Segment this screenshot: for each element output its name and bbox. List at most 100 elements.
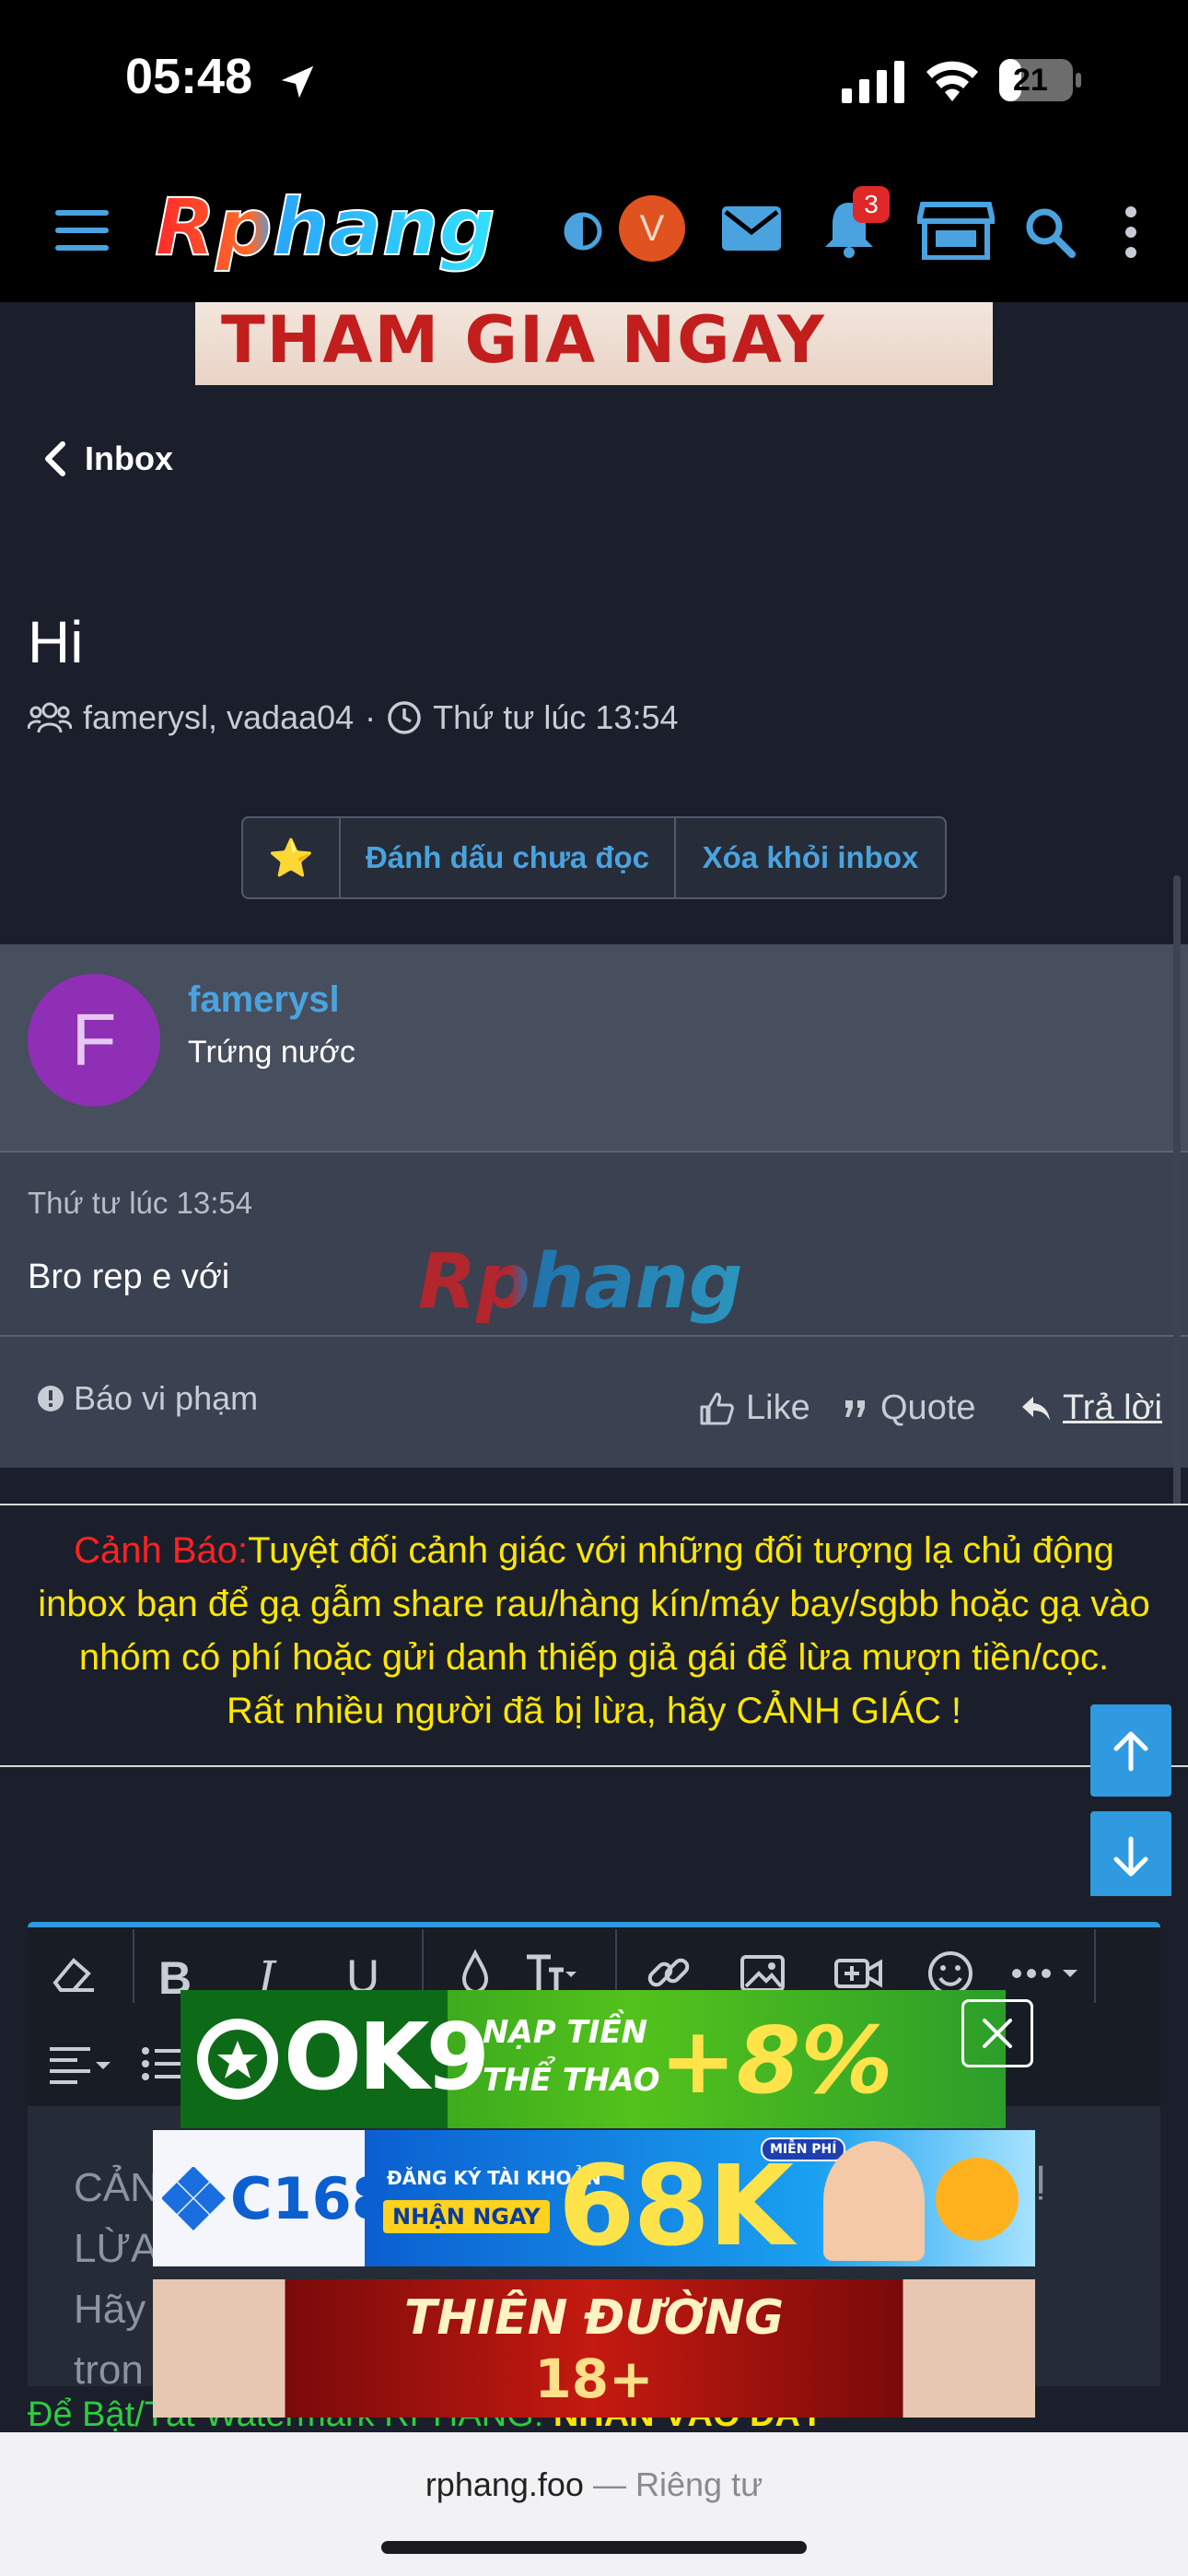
reply-button[interactable]: Trả lời	[1020, 1388, 1162, 1428]
remove-from-inbox-label: Xóa khỏi inbox	[702, 840, 919, 874]
address-text: rphang.foo — Riêng tư	[0, 2465, 1188, 2504]
ok9-line-2: THỂ THAO	[483, 2062, 660, 2099]
c168-diamond-icon	[162, 2167, 226, 2231]
scroll-to-top-button[interactable]	[1090, 1704, 1171, 1797]
c168-tag-badge: MIỄN PHÍ	[761, 2137, 846, 2161]
store-icon[interactable]	[917, 201, 995, 260]
editor-line-4: tron	[74, 2348, 144, 2393]
warning-line-3: nhóm có phí hoặc gửi danh thiếp giả gái …	[78, 1637, 1110, 1678]
address-domain: rphang.foo	[425, 2465, 584, 2503]
editor-line-1: CẢN	[74, 2165, 159, 2210]
message-body: Bro rep e với	[28, 1258, 230, 1296]
eighteen-plus-ad-banner[interactable]: THIÊN ĐƯỜNG 18+	[153, 2279, 1035, 2418]
toolbar-divider	[133, 1929, 134, 2003]
ok9-line-1: NẠP TIỀN	[483, 2014, 648, 2051]
chevron-left-icon	[45, 441, 65, 476]
conversation-meta: famerysl, vadaa04 · Thứ tư lúc 13:54	[28, 698, 678, 737]
theme-toggle-icon[interactable]	[564, 212, 602, 251]
close-icon	[983, 2019, 1012, 2048]
remove-from-inbox-button[interactable]: Xóa khỏi inbox	[676, 818, 945, 897]
more-options-icon[interactable]	[1120, 205, 1142, 260]
star-button[interactable]: ⭐	[243, 818, 341, 897]
conversation-time: Thứ tư lúc 13:54	[433, 698, 679, 736]
meta-separator: ·	[365, 698, 377, 736]
reply-icon	[1022, 1396, 1050, 1421]
eighteen-line-1: THIÊN ĐƯỜNG	[403, 2290, 785, 2346]
editor-line-3: Hãy	[74, 2287, 146, 2332]
conversation-actions: ⭐ Đánh dấu chưa đọc Xóa khỏi inbox	[241, 816, 947, 899]
ok9-ad-banner[interactable]: OK9 NẠP TIỀN THỂ THAO +8%	[181, 1990, 1006, 2128]
scroll-to-bottom-button[interactable]	[1090, 1811, 1171, 1903]
more-toolbar-icon[interactable]	[1009, 1946, 1087, 2001]
browser-address-bar[interactable]: rphang.foo — Riêng tư	[0, 2432, 1188, 2576]
back-label: Inbox	[85, 439, 173, 477]
mark-unread-button[interactable]: Đánh dấu chưa đọc	[341, 818, 676, 897]
c168-promo: 68K	[558, 2143, 794, 2266]
address-separator: —	[592, 2465, 626, 2503]
sender-user-title: Trứng nước	[188, 1035, 355, 1070]
clock-icon	[388, 701, 421, 734]
site-header: Rphang V 3	[0, 157, 1188, 302]
eraser-icon[interactable]	[46, 1946, 101, 2001]
page-scrollbar[interactable]	[1173, 875, 1181, 1539]
sender-username[interactable]: famerysl	[188, 979, 340, 1021]
sender-avatar[interactable]: F	[28, 974, 160, 1107]
watermark-text: Rphang	[418, 1238, 743, 1326]
mark-unread-label: Đánh dấu chưa đọc	[365, 840, 650, 874]
quote-label: Quote	[880, 1388, 976, 1427]
notification-badge: 3	[853, 186, 890, 223]
quote-button[interactable]: Quote	[844, 1388, 976, 1428]
search-icon[interactable]	[1024, 206, 1076, 258]
user-avatar-letter: V	[639, 207, 665, 249]
battery-icon: 21	[998, 57, 1083, 103]
thumbs-up-icon	[700, 1392, 734, 1424]
back-to-inbox-link[interactable]: Inbox	[44, 433, 173, 485]
alert-circle-icon	[38, 1386, 64, 1411]
home-indicator[interactable]	[381, 2541, 807, 2554]
top-ad-banner[interactable]: THAM GIA NGAY	[195, 302, 993, 385]
align-icon[interactable]	[46, 2036, 120, 2091]
c168-mascot	[823, 2141, 925, 2261]
eighteen-line-2: 18+	[534, 2348, 654, 2410]
site-logo[interactable]: Rphang	[151, 181, 519, 276]
like-button[interactable]: Like	[698, 1388, 810, 1428]
conversation-title: Hi	[28, 609, 84, 675]
conversation-participants[interactable]: famerysl, vadaa04	[83, 698, 354, 737]
star-icon: ⭐	[268, 837, 314, 880]
warning-line-4: Rất nhiều người đã bị lừa, hãy CẢNH GIÁC…	[227, 1691, 961, 1731]
toolbar-divider	[1094, 1929, 1096, 2003]
quote-icon	[845, 1399, 865, 1417]
top-ad-text: THAM GIA NGAY	[221, 302, 826, 378]
arrow-up-icon	[1113, 1731, 1148, 1772]
sender-avatar-letter: F	[71, 999, 117, 1081]
rphang-watermark: Rphang	[418, 1238, 743, 1326]
c168-coins-graphic	[936, 2158, 1019, 2241]
user-avatar[interactable]: V	[619, 195, 685, 262]
status-bar: 05:48 21	[0, 0, 1188, 157]
c168-tag: MIỄN PHÍ	[770, 2142, 837, 2157]
status-time: 05:48	[125, 49, 253, 104]
inbox-icon[interactable]	[722, 206, 781, 251]
arrow-down-icon	[1113, 1836, 1148, 1877]
c168-line-2-badge: NHẬN NGAY	[383, 2200, 550, 2233]
message-date[interactable]: Thứ tư lúc 13:54	[28, 1186, 252, 1221]
message-item: F famerysl Trứng nước Thứ tư lúc 13:54 B…	[0, 944, 1188, 1468]
warning-label: Cảnh Báo:	[74, 1530, 249, 1571]
close-ads-button[interactable]	[961, 1999, 1033, 2067]
editor-placeholder[interactable]: CẢN LỪA Hãy tron	[74, 2158, 159, 2401]
ok9-promo: +8%	[659, 2007, 893, 2114]
c168-line-2: NHẬN NGAY	[392, 2204, 541, 2230]
ok9-brand: OK9	[284, 2003, 490, 2111]
address-privacy: Riêng tư	[635, 2465, 763, 2503]
report-label: Báo vi phạm	[74, 1379, 259, 1417]
location-arrow-icon	[281, 65, 314, 99]
warning-line-2: inbox bạn để gạ gẫm share rau/hàng kín/m…	[38, 1584, 1150, 1624]
editor-line-1-end: Ị	[1035, 2158, 1047, 2203]
reply-label: Trả lời	[1063, 1388, 1162, 1427]
message-user-header: F famerysl Trứng nước	[0, 944, 1188, 1153]
report-link[interactable]: Báo vi phạm	[37, 1379, 258, 1418]
message-actions-bar: Báo vi phạm Like Quote Trả lời	[0, 1335, 1188, 1468]
menu-icon[interactable]	[55, 210, 111, 251]
c168-brand: C168	[230, 2165, 391, 2232]
c168-ad-banner[interactable]: C168 ĐĂNG KÝ TÀI KHOẢN NHẬN NGAY 68K MIỄ…	[153, 2130, 1035, 2266]
